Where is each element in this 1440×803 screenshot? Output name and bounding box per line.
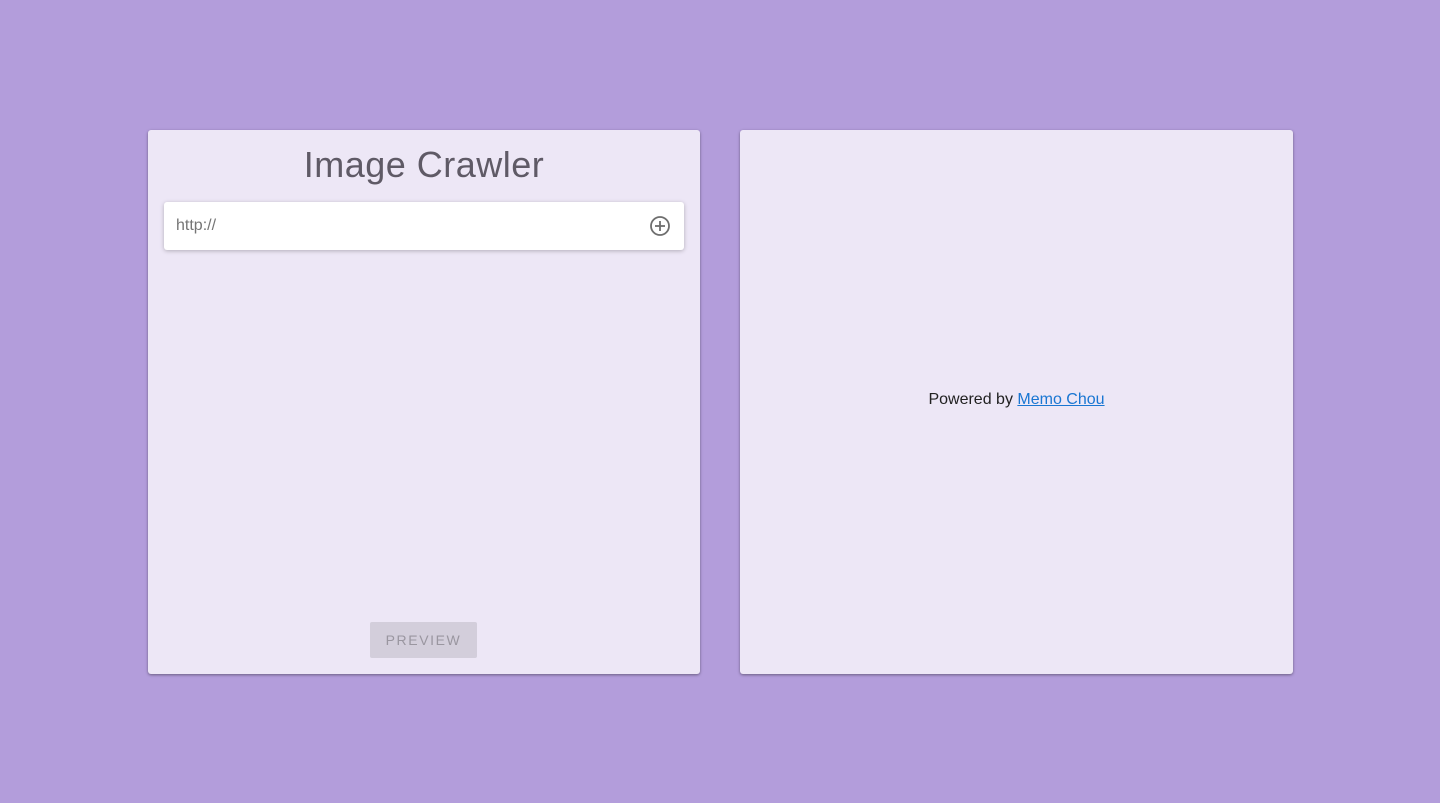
preview-button[interactable]: PREVIEW bbox=[370, 622, 477, 658]
author-link[interactable]: Memo Chou bbox=[1017, 391, 1104, 408]
page-title: Image Crawler bbox=[303, 144, 545, 185]
add-circle-icon bbox=[650, 216, 670, 236]
page: Image Crawler PREVIEW Powered by Memo Ch… bbox=[0, 0, 1440, 803]
preview-card: Powered by Memo Chou bbox=[740, 130, 1293, 674]
crawler-card: Image Crawler PREVIEW bbox=[148, 130, 700, 674]
add-url-button[interactable] bbox=[648, 214, 672, 238]
powered-by-text: Powered by Memo Chou bbox=[740, 391, 1293, 409]
url-field-container bbox=[164, 202, 684, 250]
powered-by-prefix: Powered by bbox=[928, 391, 1018, 408]
url-input[interactable] bbox=[164, 202, 634, 250]
